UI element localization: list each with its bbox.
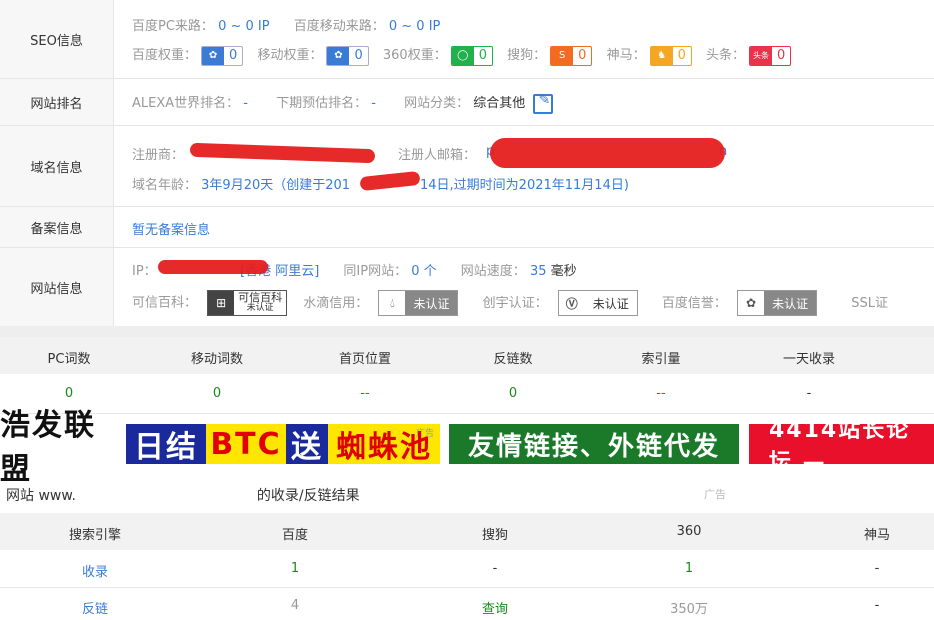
toutiao-icon: 头条 xyxy=(750,46,773,65)
redaction-mark xyxy=(158,260,268,274)
cell-shenma-index: - xyxy=(874,561,880,576)
rank-row: 网站排名 ALEXA世界排名： - 下期预估排名： - 网站分类： 综合其他 ✎ xyxy=(0,79,934,126)
water-drop-icon: 💧︎ xyxy=(390,295,395,310)
pc-traffic-value[interactable]: 0 ~ 0 IP xyxy=(218,19,270,34)
cell-360-backlinks: 350万 xyxy=(670,602,708,617)
domain-label: 域名信息 xyxy=(0,126,114,206)
seo-row: SEO信息 百度PC来路： 0 ~ 0 IP 百度移动来路： 0 ~ 0 IP … xyxy=(0,0,934,79)
baidu-xinyu-badge[interactable]: ✿ 未认证 xyxy=(737,290,818,316)
shenma-icon: ♞ xyxy=(650,46,673,65)
row-label-backlinks: 反链 xyxy=(81,602,108,617)
domain-age-value-2: 14日,过期时间为2021年11月14日) xyxy=(420,178,629,193)
stats-header-index: 索引量 xyxy=(641,352,681,367)
stats-header-home: 首页位置 xyxy=(338,352,391,367)
stats-backlinks-value[interactable]: 0 xyxy=(444,386,582,401)
col-baidu: 百度 xyxy=(281,528,308,543)
kexin-badge[interactable]: ⊞ 可信百科 未认证 xyxy=(207,290,288,316)
stats-index-value: -- xyxy=(656,386,666,401)
ad-tag: 广告 xyxy=(416,429,435,439)
site-label: 网站信息 xyxy=(0,248,114,326)
shenma-weight[interactable]: 神马： ♞ 0 xyxy=(607,45,692,66)
ad-banner[interactable]: BTC xyxy=(206,424,286,464)
cell-sogou-query-link[interactable]: 查询 xyxy=(400,598,590,617)
cell-shenma-backlinks: - xyxy=(874,598,880,613)
baidu-paw-icon: ✿ xyxy=(746,296,757,310)
chuangyu-badge[interactable]: Ⓥ 未认证 xyxy=(557,290,638,316)
result-table-header: 搜索引擎 百度 搜狗 360 神马 xyxy=(0,513,934,550)
rank-label: 网站排名 xyxy=(0,79,114,125)
redaction-mark xyxy=(490,138,725,168)
row-label-index: 收录 xyxy=(81,565,108,580)
shuidi-badge[interactable]: 💧︎ 未认证 xyxy=(378,290,459,316)
mobile-traffic-value[interactable]: 0 ~ 0 IP xyxy=(389,19,441,34)
redaction-mark xyxy=(359,170,421,192)
360-weight[interactable]: 360权重： ◯ 0 xyxy=(383,45,493,66)
seo-traffic: 百度PC来路： 0 ~ 0 IP 百度移动来路： 0 ~ 0 IP xyxy=(132,19,441,34)
stats-home-value: -- xyxy=(360,386,370,401)
site-row: 网站信息 IP： [香港 阿里云] 同IP网站： 0 个 网站速度： 35 毫秒… xyxy=(0,248,934,326)
site-ip-line: IP： xyxy=(132,264,157,279)
sogou-icon: S xyxy=(551,46,574,65)
stats-header-mobile: 移动词数 xyxy=(190,352,243,367)
section-divider xyxy=(0,326,934,337)
kexin-icon: ⊞ xyxy=(208,291,235,315)
seo-label: SEO信息 xyxy=(0,0,114,78)
ad-banner[interactable]: 日结 xyxy=(126,424,206,465)
stats-values: 0 0 -- 0 -- - xyxy=(0,374,934,414)
ad-banner[interactable]: 送 xyxy=(286,424,328,465)
domain-row: 域名信息 注册商： 注册人邮箱： p n 域名年龄： 3年9月20天（创建于20… xyxy=(0,126,934,207)
cell-360-index[interactable]: 1 xyxy=(594,561,784,576)
speed-value: 35 xyxy=(529,264,547,279)
category-value: 综合其他 xyxy=(473,96,526,111)
ad-banner[interactable]: 友情链接、外链代发 xyxy=(449,424,739,464)
ad-banner[interactable]: 浩发联盟 xyxy=(0,408,126,487)
ad-tag: 广告 xyxy=(704,488,726,501)
col-shenma: 神马 xyxy=(863,528,890,543)
table-row: 收录 1 - 1 - xyxy=(0,550,934,588)
stats-header-backlinks: 反链数 xyxy=(493,352,533,367)
ad-banner[interactable]: 4414站长论坛 — xyxy=(749,418,934,475)
forecast-value[interactable]: - xyxy=(371,96,376,111)
alexa-value[interactable]: - xyxy=(243,96,248,111)
icp-row: 备案信息 暂无备案信息 xyxy=(0,207,934,248)
site-certs: 可信百科： ⊞ 可信百科 未认证 水滴信用： 💧︎ 未认证 创宇认证： Ⓥ 未认证 百度… xyxy=(132,290,888,316)
cell-baidu-index[interactable]: 1 xyxy=(200,561,390,576)
col-engine: 搜索引擎 xyxy=(68,528,121,543)
registrar-label: 注册商： xyxy=(132,148,185,163)
sogou-weight[interactable]: 搜狗： S 0 xyxy=(507,45,593,66)
col-sogou: 搜狗 xyxy=(481,528,508,543)
seo-weights: 百度权重： ✿ 0 移动权重： ✿ 0 360权重： ◯ 0 搜狗： S 0 神马： ♞ 0 头条：… xyxy=(132,44,792,66)
mobile-weight[interactable]: 移动权重： ✿ 0 xyxy=(257,45,369,66)
stats-header: PC词数 移动词数 首页位置 反链数 索引量 一天收录 xyxy=(0,337,934,374)
stats-mobile-value[interactable]: 0 xyxy=(148,386,286,401)
stats-header-day: 一天收录 xyxy=(782,352,835,367)
redaction-mark xyxy=(189,142,376,164)
email-label: 注册人邮箱： xyxy=(398,148,477,163)
stats-pc-value[interactable]: 0 xyxy=(0,386,138,401)
site-ip-meta: [香港 阿里云] 同IP网站： 0 个 网站速度： 35 毫秒 xyxy=(240,264,577,279)
table-row: 反链 4 查询 350万 - xyxy=(0,588,934,620)
stats-header-pc: PC词数 xyxy=(47,352,91,367)
col-360: 360 xyxy=(676,524,702,539)
same-ip-value[interactable]: 0 个 xyxy=(411,264,436,279)
result-title: 网站 www. 的收录/反链结果 xyxy=(6,488,360,504)
cell-sogou-index: - xyxy=(492,561,498,576)
baidu-weight[interactable]: 百度权重： ✿ 0 xyxy=(132,45,244,66)
shield-v-icon: Ⓥ xyxy=(565,296,578,311)
baidu-paw-icon: ✿ xyxy=(327,46,350,65)
360-icon: ◯ xyxy=(451,46,474,65)
toutiao-weight[interactable]: 头条： 头条 0 xyxy=(706,45,792,66)
edit-icon[interactable]: ✎ xyxy=(533,92,554,114)
rank-info: ALEXA世界排名： - 下期预估排名： - 网站分类： 综合其他 ✎ xyxy=(132,92,554,114)
domain-age-value-1: 3年9月20天（创建于201 xyxy=(201,178,351,193)
baidu-paw-icon: ✿ xyxy=(202,46,225,65)
domain-age: 域名年龄： 3年9月20天（创建于201 xyxy=(132,178,351,193)
icp-label: 备案信息 xyxy=(0,207,114,247)
stats-day-value: - xyxy=(806,386,812,401)
icp-value[interactable]: 暂无备案信息 xyxy=(132,219,210,238)
cell-baidu-backlinks: 4 xyxy=(290,598,300,613)
